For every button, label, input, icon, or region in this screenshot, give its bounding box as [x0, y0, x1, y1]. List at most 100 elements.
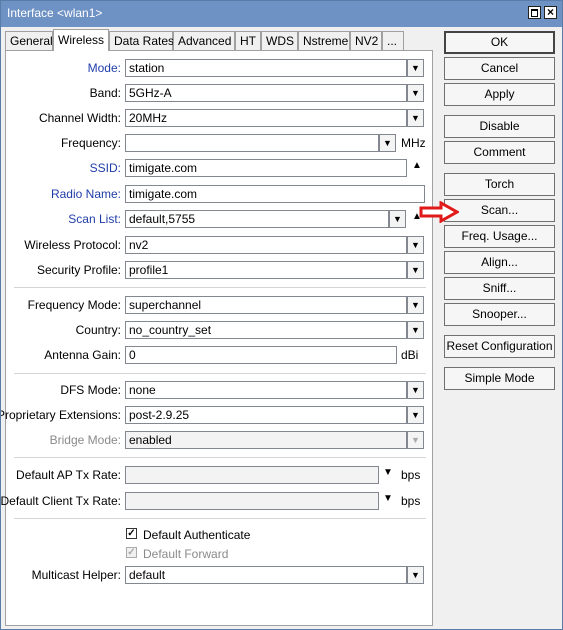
ssid-input[interactable]: timigate.com [125, 159, 407, 177]
band-select[interactable]: 5GHz-A [125, 84, 407, 102]
disable-button[interactable]: Disable [444, 115, 555, 138]
tab-advanced[interactable]: Advanced [173, 31, 235, 50]
security-profile-dropdown-icon[interactable]: ▼ [407, 261, 424, 279]
tab-nstreme[interactable]: Nstreme [298, 31, 350, 50]
frequency-mode-label: Frequency Mode: [27, 298, 121, 312]
default-ap-tx-rate-row: Default AP Tx Rate: ▼ bps [6, 466, 434, 484]
separator [14, 457, 426, 458]
security-profile-label: Security Profile: [36, 263, 121, 277]
channel-width-dropdown-icon[interactable]: ▼ [407, 109, 424, 127]
window-title: Interface <wlan1> [7, 6, 103, 20]
wireless-protocol-dropdown-icon[interactable]: ▼ [407, 236, 424, 254]
ssid-row: SSID: timigate.com ▲ [6, 159, 434, 177]
tab-wds[interactable]: WDS [261, 31, 298, 50]
security-profile-row: Security Profile: profile1 ▼ [6, 261, 434, 279]
antenna-gain-label: Antenna Gain: [44, 348, 121, 362]
proprietary-extensions-dropdown-icon[interactable]: ▼ [407, 406, 424, 424]
tab-data-rates[interactable]: Data Rates [109, 31, 174, 50]
antenna-gain-input[interactable]: 0 [125, 346, 397, 364]
cancel-button[interactable]: Cancel [444, 57, 555, 80]
scan-button[interactable]: Scan... [444, 199, 555, 222]
default-authenticate-checkbox[interactable]: ✓ [126, 528, 137, 539]
wireless-protocol-row: Wireless Protocol: nv2 ▼ [6, 236, 434, 254]
multicast-helper-select[interactable]: default [125, 566, 407, 584]
mode-select[interactable]: station [125, 59, 407, 77]
default-ap-tx-rate-label: Default AP Tx Rate: [16, 468, 121, 482]
channel-width-label: Channel Width: [38, 111, 121, 125]
sniff-button[interactable]: Sniff... [444, 277, 555, 300]
snooper-button[interactable]: Snooper... [444, 303, 555, 326]
channel-width-select[interactable]: 20MHz [125, 109, 407, 127]
dfs-mode-dropdown-icon[interactable]: ▼ [407, 381, 424, 399]
security-profile-select[interactable]: profile1 [125, 261, 407, 279]
scan-list-dropdown-icon[interactable]: ▼ [389, 210, 406, 228]
maximize-button[interactable] [528, 6, 541, 19]
multicast-helper-row: Multicast Helper: default ▼ [6, 566, 434, 584]
radio-name-label: Radio Name: [50, 187, 121, 201]
reset-configuration-button[interactable]: Reset Configuration [444, 335, 555, 358]
mode-dropdown-icon[interactable]: ▼ [407, 59, 424, 77]
country-select[interactable]: no_country_set [125, 321, 407, 339]
simple-mode-button[interactable]: Simple Mode [444, 367, 555, 390]
comment-button[interactable]: Comment [444, 141, 555, 164]
scan-list-select[interactable]: default,5755 [125, 210, 389, 228]
default-ap-tx-rate-dropdown-icon[interactable]: ▼ [383, 467, 393, 478]
bridge-mode-select: enabled [125, 431, 407, 449]
tab-wireless[interactable]: Wireless [53, 29, 109, 51]
default-ap-tx-rate-unit: bps [401, 468, 421, 482]
tab-nv2[interactable]: NV2 [350, 31, 382, 50]
antenna-gain-unit: dBi [401, 348, 419, 362]
frequency-mode-row: Frequency Mode: superchannel ▼ [6, 296, 434, 314]
default-forward-checkbox: ✓ [126, 547, 137, 558]
proprietary-extensions-select[interactable]: post-2.9.25 [125, 406, 407, 424]
dfs-mode-row: DFS Mode: none ▼ [6, 381, 434, 399]
interface-window: Interface <wlan1> × General Wireless Dat… [0, 0, 563, 630]
frequency-dropdown-icon[interactable]: ▼ [379, 134, 396, 152]
frequency-mode-dropdown-icon[interactable]: ▼ [407, 296, 424, 314]
default-client-tx-rate-label: Default Client Tx Rate: [0, 494, 121, 508]
freq-usage-button[interactable]: Freq. Usage... [444, 225, 555, 248]
wireless-protocol-select[interactable]: nv2 [125, 236, 407, 254]
country-dropdown-icon[interactable]: ▼ [407, 321, 424, 339]
default-client-tx-rate-dropdown-icon[interactable]: ▼ [383, 493, 393, 504]
antenna-gain-row: Antenna Gain: 0 dBi [6, 346, 434, 364]
dfs-mode-select[interactable]: none [125, 381, 407, 399]
wireless-panel: Mode: station ▼ Band: 5GHz-A ▼ Channel W… [1, 50, 434, 626]
ssid-collapse-icon[interactable]: ▲ [412, 160, 422, 171]
close-button[interactable]: × [544, 6, 557, 19]
align-button[interactable]: Align... [444, 251, 555, 274]
default-ap-tx-rate-input[interactable] [125, 466, 379, 484]
separator [14, 518, 426, 519]
channel-width-row: Channel Width: 20MHz ▼ [6, 109, 434, 127]
scan-list-label: Scan List: [68, 212, 121, 226]
tab-ht[interactable]: HT [235, 31, 261, 50]
frequency-select[interactable] [125, 134, 379, 152]
multicast-helper-label: Multicast Helper: [31, 568, 121, 582]
red-arrow-icon [419, 201, 459, 223]
torch-button[interactable]: Torch [444, 173, 555, 196]
frequency-mode-select[interactable]: superchannel [125, 296, 407, 314]
multicast-helper-dropdown-icon[interactable]: ▼ [407, 566, 424, 584]
tab-more[interactable]: ... [382, 31, 404, 50]
proprietary-extensions-label: Proprietary Extensions: [0, 408, 121, 422]
scan-list-row: Scan List: default,5755 ▼ ▲ [6, 210, 434, 228]
radio-name-input[interactable]: timigate.com [125, 185, 425, 203]
mode-label: Mode: [87, 61, 121, 75]
proprietary-extensions-row: Proprietary Extensions: post-2.9.25 ▼ [1, 406, 434, 424]
bridge-mode-dropdown-icon: ▼ [407, 431, 424, 449]
default-forward-row: ✓ Default Forward [6, 545, 434, 563]
default-client-tx-rate-input[interactable] [125, 492, 379, 510]
band-label: Band: [89, 86, 121, 100]
separator [14, 287, 426, 288]
default-client-tx-rate-unit: bps [401, 494, 421, 508]
ok-button[interactable]: OK [444, 31, 555, 54]
apply-button[interactable]: Apply [444, 83, 555, 106]
country-row: Country: no_country_set ▼ [6, 321, 434, 339]
frequency-unit: MHz [401, 136, 426, 150]
default-authenticate-label: Default Authenticate [143, 528, 251, 542]
tab-general[interactable]: General [5, 31, 53, 50]
band-dropdown-icon[interactable]: ▼ [407, 84, 424, 102]
title-bar[interactable]: Interface <wlan1> × [1, 1, 562, 27]
frequency-row: Frequency: ▼ MHz [6, 134, 434, 152]
country-label: Country: [75, 323, 121, 337]
